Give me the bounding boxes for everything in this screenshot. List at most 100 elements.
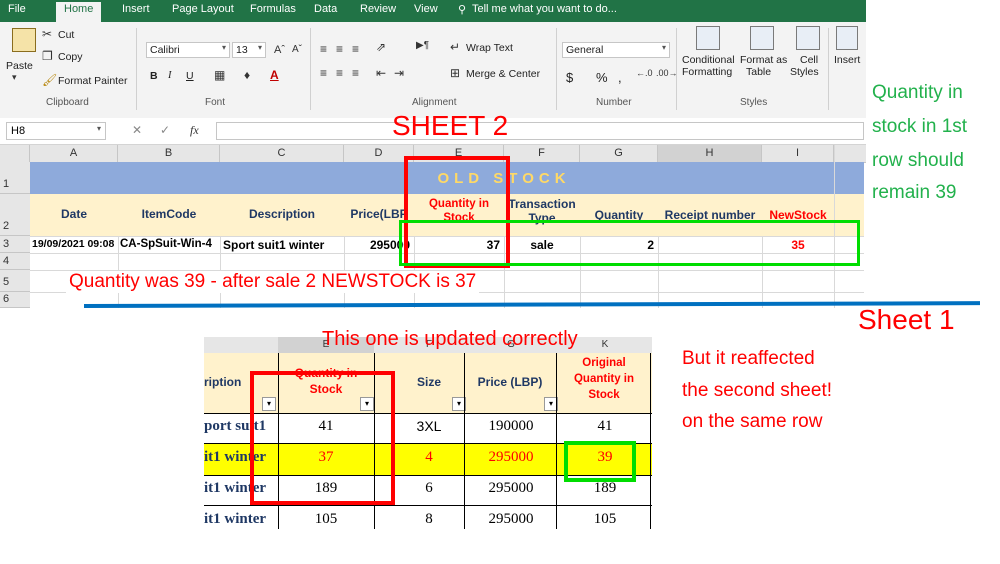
bold-button[interactable]: B (150, 70, 158, 82)
sheet1-row3-price[interactable]: 295000 (466, 480, 556, 497)
row-header-1[interactable]: 1 (0, 162, 30, 194)
cell-styles-button[interactable]: Cell (800, 54, 818, 66)
row-header-4[interactable]: 4 (0, 253, 30, 270)
gridline (650, 353, 651, 529)
scissors-icon[interactable]: ✂ (42, 27, 52, 41)
row-header-6[interactable]: 6 (0, 292, 30, 308)
cell-a3-date[interactable]: 19/09/2021 09:08 (32, 238, 118, 250)
column-header-i[interactable]: I (762, 145, 834, 162)
sheet1-row4-size[interactable]: 8 (394, 511, 464, 528)
cut-button[interactable]: Cut (58, 29, 74, 41)
menu-home[interactable]: Home (56, 2, 102, 22)
font-size-combo[interactable]: 13 ▾ (232, 42, 266, 58)
wrap-text-button[interactable]: Wrap Text (466, 42, 513, 54)
copy-button[interactable]: Copy (58, 51, 83, 63)
orientation-icon[interactable]: ⇗ (376, 40, 386, 54)
cancel-icon[interactable]: ✕ (132, 123, 142, 137)
sheet1-row4-qty[interactable]: 105 (278, 511, 374, 528)
column-header-b[interactable]: B (118, 145, 220, 162)
column-header-f[interactable]: F (504, 145, 580, 162)
sheet1-title: Sheet 1 (858, 304, 955, 335)
font-color-icon[interactable]: A (270, 68, 279, 82)
decrease-decimal-icon[interactable]: .00→ (656, 68, 678, 78)
styles-group-label: Styles (740, 97, 768, 108)
merge-center-icon[interactable]: ⊞ (450, 66, 460, 80)
text-direction-icon[interactable]: ▶¶ (416, 40, 429, 51)
enter-icon[interactable]: ✓ (160, 123, 170, 137)
conditional-formatting-button[interactable]: Conditional (682, 54, 735, 66)
merge-center-button[interactable]: Merge & Center (466, 68, 540, 80)
sheet1-row4-original[interactable]: 105 (558, 511, 652, 528)
align-top-icon[interactable]: ≡ (320, 42, 327, 56)
underline-button[interactable]: U (186, 70, 194, 82)
sheet1-row4-price[interactable]: 295000 (466, 511, 556, 528)
fill-color-icon[interactable]: ♦ (244, 68, 250, 82)
menu-formulas[interactable]: Formulas (250, 3, 296, 15)
group-divider (136, 28, 137, 110)
italic-button[interactable]: I (168, 70, 172, 81)
insert-function-button[interactable]: fx (190, 123, 199, 138)
cell-styles-icon[interactable] (796, 26, 820, 50)
row-header-3[interactable]: 3 (0, 236, 30, 253)
borders-icon[interactable]: ▦ (214, 68, 225, 82)
conditional-formatting-icon[interactable] (696, 26, 720, 50)
format-painter-button[interactable]: Format Painter (58, 75, 127, 87)
cell-b3-itemcode[interactable]: CA-SpSuit-Win-4 (120, 238, 212, 250)
column-header-c[interactable]: C (220, 145, 344, 162)
align-middle-icon[interactable]: ≡ (336, 42, 343, 56)
number-format-combo[interactable]: General ▾ (562, 42, 670, 58)
shrink-font-icon[interactable]: Aˇ (292, 44, 302, 55)
lightbulb-icon: ⚲ (458, 4, 467, 16)
cell-c3-description[interactable]: Sport suit1 winter (223, 238, 324, 252)
paste-button[interactable]: Paste (6, 60, 33, 72)
menu-insert[interactable]: Insert (122, 3, 150, 15)
row-header-2[interactable]: 2 (0, 194, 30, 236)
percent-button[interactable]: % (596, 70, 608, 85)
align-right-icon[interactable]: ≡ (352, 66, 359, 80)
sheet1-row3-size[interactable]: 6 (394, 480, 464, 497)
header-itemcode: ItemCode (141, 207, 197, 221)
insert-cells-icon[interactable] (836, 26, 858, 50)
row-header-5[interactable]: 5 (0, 270, 30, 292)
sheet1-row1-size[interactable]: 3XL (394, 418, 464, 434)
font-name-combo[interactable]: Calibri ▾ (146, 42, 230, 58)
comma-button[interactable]: , (618, 70, 622, 85)
menu-view[interactable]: View (414, 3, 438, 15)
updated-correctly-note: This one is updated correctly (322, 328, 578, 350)
increase-decimal-icon[interactable]: ←.0 (636, 68, 653, 78)
menu-data[interactable]: Data (314, 3, 337, 15)
column-header-g[interactable]: G (580, 145, 658, 162)
copy-icon[interactable]: ❐ (42, 49, 53, 63)
name-box[interactable]: H8 ▾ (6, 122, 106, 140)
align-center-icon[interactable]: ≡ (336, 66, 343, 80)
insert-button[interactable]: Insert (834, 54, 860, 66)
format-as-table-icon[interactable] (750, 26, 774, 50)
format-as-table-button[interactable]: Format as (740, 54, 787, 66)
right-note-line4: remain 39 (872, 182, 957, 203)
sheet1-row1-original[interactable]: 41 (558, 418, 652, 435)
menu-file[interactable]: File (8, 3, 26, 15)
align-left-icon[interactable]: ≡ (320, 66, 327, 80)
decrease-indent-icon[interactable]: ⇤ (376, 66, 386, 80)
align-bottom-icon[interactable]: ≡ (352, 42, 359, 56)
menu-review[interactable]: Review (360, 3, 396, 15)
select-all-corner[interactable] (0, 145, 30, 162)
right-note-line3: row should (872, 150, 964, 171)
paste-icon[interactable] (12, 28, 36, 52)
tell-me-search[interactable]: Tell me what you want to do... (472, 3, 617, 15)
currency-button[interactable]: $ (566, 70, 573, 85)
sheet1-row1-price[interactable]: 190000 (466, 418, 556, 435)
sheet1-row2-price[interactable]: 295000 (466, 449, 556, 466)
menu-page-layout[interactable]: Page Layout (172, 3, 234, 15)
sheet1-row4-description[interactable]: it1 winter (204, 511, 266, 528)
column-header-h[interactable]: H (658, 145, 762, 162)
wrap-text-icon[interactable]: ↵ (450, 40, 460, 54)
increase-indent-icon[interactable]: ⇥ (394, 66, 404, 80)
sheet1-row2-size[interactable]: 4 (394, 449, 464, 466)
formula-input[interactable] (216, 122, 864, 140)
sheet1-row3-original[interactable]: 189 (558, 480, 652, 497)
format-painter-icon[interactable]: 🖌 (42, 73, 57, 87)
grow-font-icon[interactable]: Aˆ (274, 44, 285, 56)
paste-dropdown-icon[interactable]: ▾ (12, 72, 17, 83)
column-header-a[interactable]: A (30, 145, 118, 162)
